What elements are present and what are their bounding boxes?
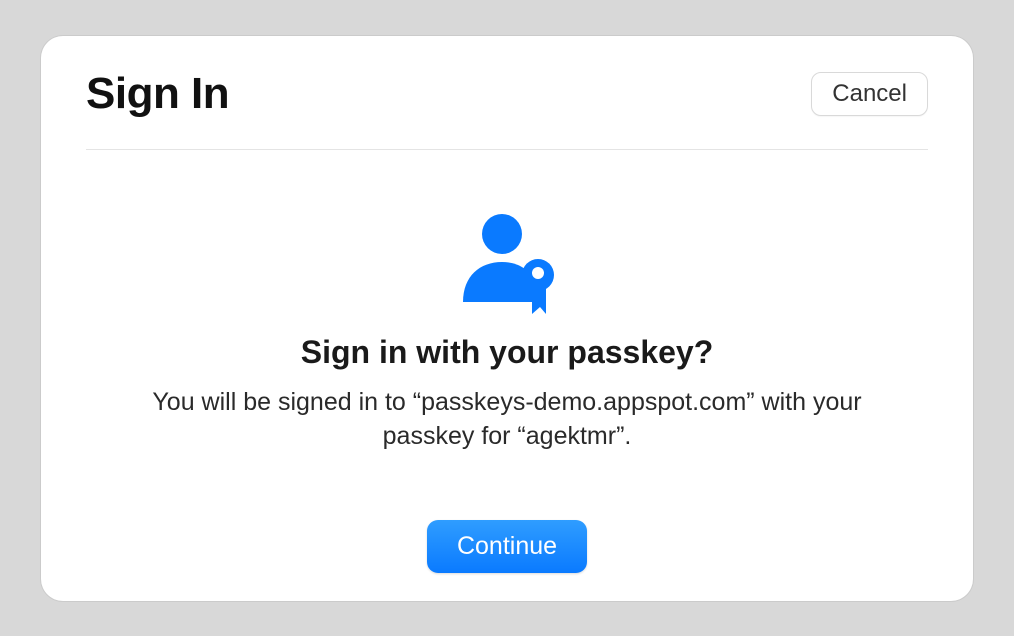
dialog-title: Sign In (86, 69, 229, 119)
dialog-header: Sign In Cancel (86, 69, 928, 150)
cancel-button[interactable]: Cancel (811, 72, 928, 116)
passkey-icon (452, 210, 562, 316)
sign-in-dialog: Sign In Cancel Sign in with your passkey… (41, 36, 973, 601)
prompt-description: You will be signed in to “passkeys-demo.… (127, 385, 887, 454)
dialog-content: Sign in with your passkey? You will be s… (86, 150, 928, 573)
continue-button[interactable]: Continue (427, 520, 587, 573)
prompt-title: Sign in with your passkey? (301, 334, 714, 371)
